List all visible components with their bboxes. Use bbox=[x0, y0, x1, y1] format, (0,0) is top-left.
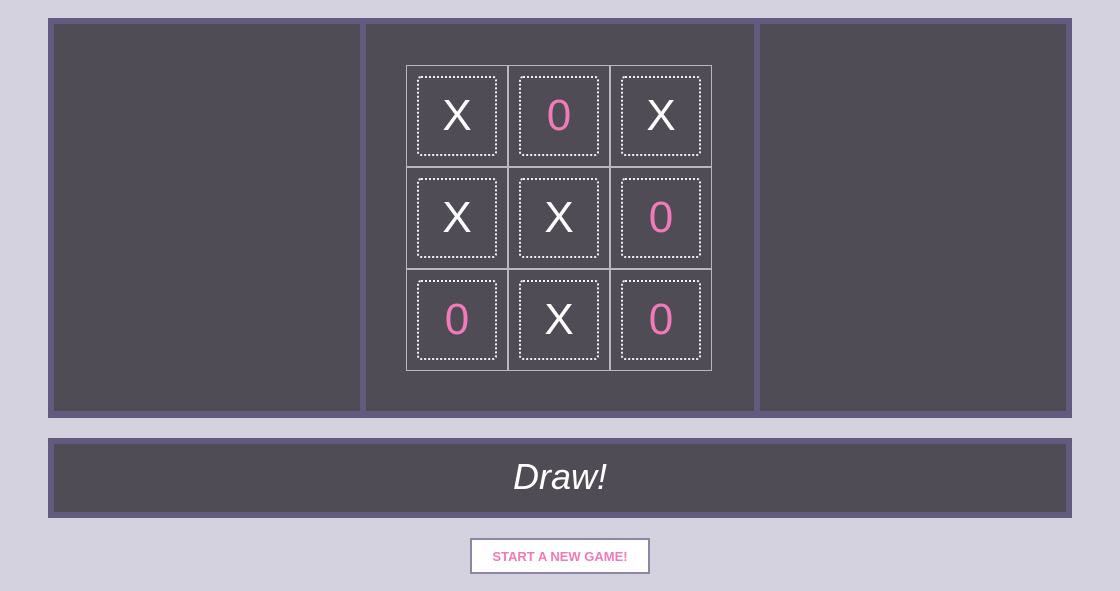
game-board-frame: X 0 X X X 0 0 X 0 bbox=[48, 18, 1072, 418]
game-result-message: Draw! bbox=[512, 456, 607, 497]
tic-tac-toe-grid: X 0 X X X 0 0 X 0 bbox=[406, 65, 714, 372]
board-cell-8[interactable]: X bbox=[508, 269, 610, 371]
board-cell-9[interactable]: 0 bbox=[610, 269, 712, 371]
right-side-panel bbox=[760, 24, 1066, 411]
board-cell-1[interactable]: X bbox=[406, 65, 508, 167]
cell-mark: X bbox=[417, 178, 497, 258]
start-new-game-button[interactable]: START A NEW GAME! bbox=[470, 538, 650, 574]
cell-mark: 0 bbox=[519, 76, 599, 156]
cell-mark: X bbox=[621, 76, 701, 156]
cell-mark: 0 bbox=[621, 280, 701, 360]
board-cell-4[interactable]: X bbox=[406, 167, 508, 269]
left-side-panel bbox=[54, 24, 360, 411]
game-status-frame: Draw! bbox=[48, 438, 1072, 518]
cell-mark: 0 bbox=[417, 280, 497, 360]
cell-mark: X bbox=[519, 280, 599, 360]
board-cell-5[interactable]: X bbox=[508, 167, 610, 269]
board-cell-3[interactable]: X bbox=[610, 65, 712, 167]
cell-mark: X bbox=[519, 178, 599, 258]
cell-mark: 0 bbox=[621, 178, 701, 258]
board-panel: X 0 X X X 0 0 X 0 bbox=[366, 24, 754, 411]
cell-mark: X bbox=[417, 76, 497, 156]
board-cell-6[interactable]: 0 bbox=[610, 167, 712, 269]
game-status-panel: Draw! bbox=[54, 444, 1066, 512]
board-cell-2[interactable]: 0 bbox=[508, 65, 610, 167]
board-cell-7[interactable]: 0 bbox=[406, 269, 508, 371]
